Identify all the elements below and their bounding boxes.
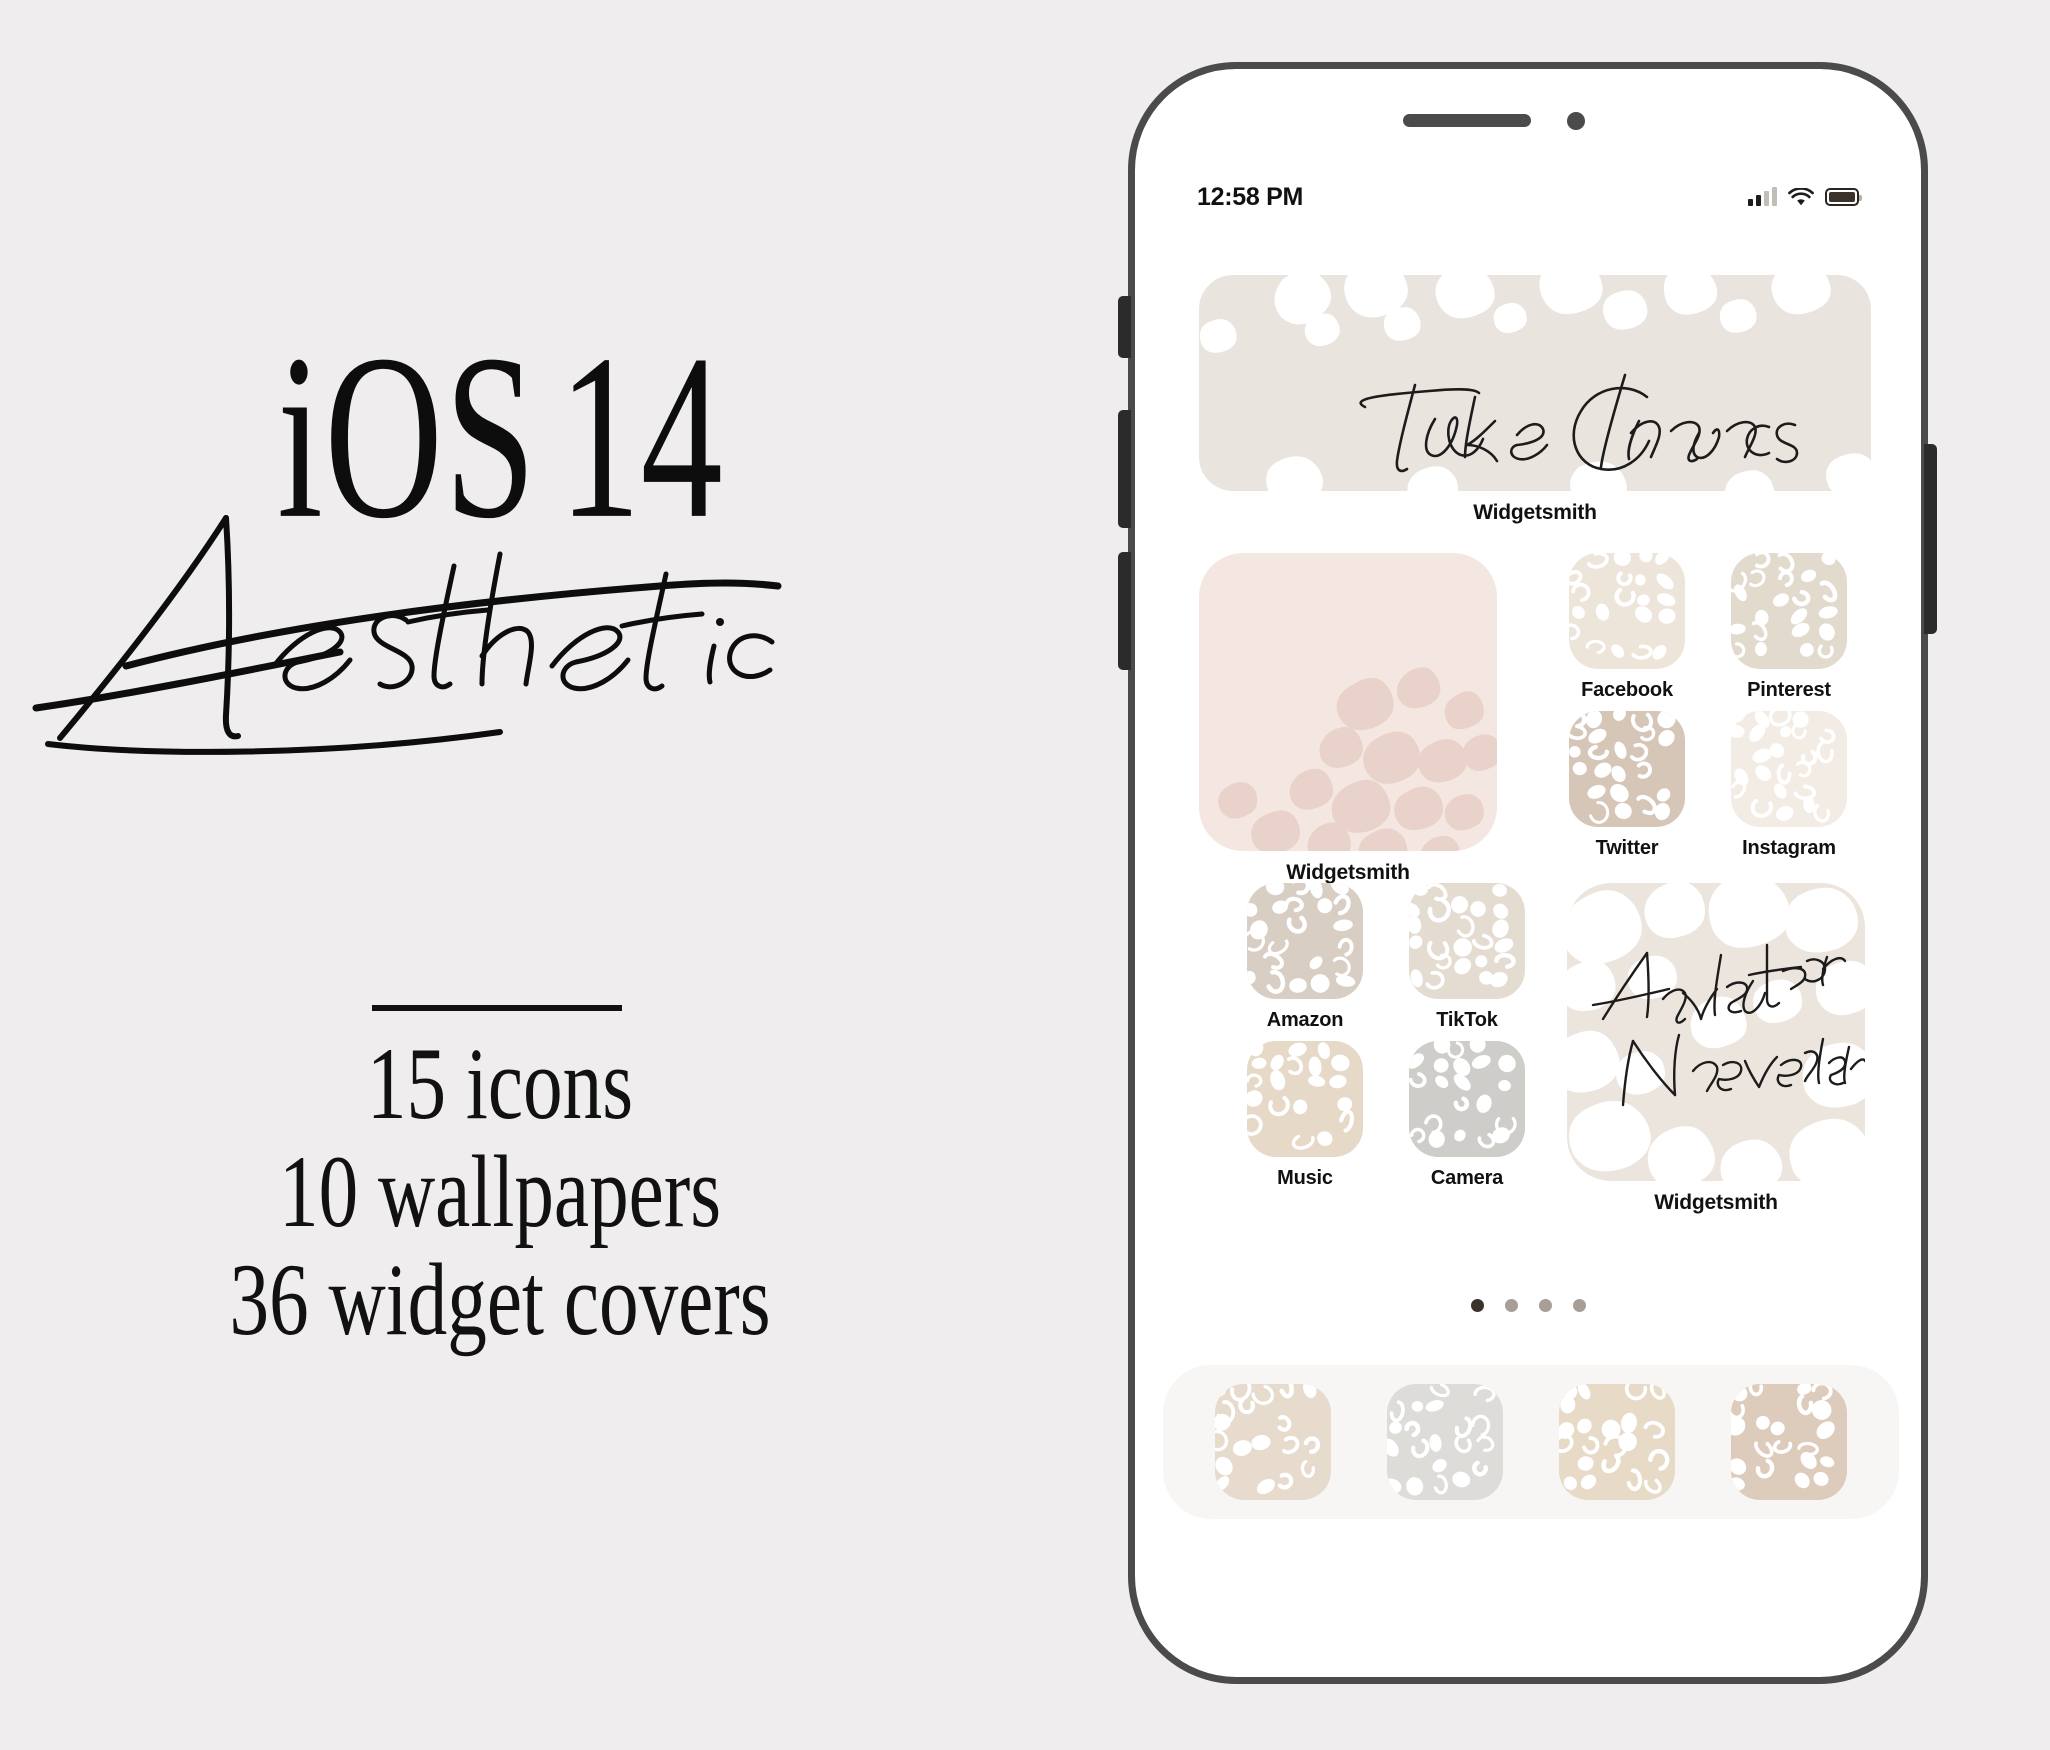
widget-bottom-label: Widgetsmith <box>1654 1191 1778 1214</box>
power-button[interactable] <box>1924 444 1937 634</box>
app-icon-camera[interactable]: Camera <box>1409 1041 1525 1190</box>
widget-take-chances-tile[interactable] <box>1199 275 1871 491</box>
volume-up-button[interactable] <box>1118 410 1131 528</box>
cellular-bars-icon <box>1748 187 1777 206</box>
page-dot-4[interactable] <box>1572 1299 1586 1312</box>
phone-mockup: 12:58 PM Widgetsmith Widgetsmith Faceboo… <box>1128 62 1928 1684</box>
app-label-instagram: Instagram <box>1742 837 1836 859</box>
status-bar: 12:58 PM <box>1135 177 1921 217</box>
app-icon-twitter[interactable]: Twitter <box>1569 711 1685 860</box>
dock-app-1[interactable] <box>1215 1384 1331 1500</box>
app-label-music: Music <box>1277 1167 1333 1189</box>
leopard-pattern-icon <box>1215 1384 1331 1500</box>
page-dot-3[interactable] <box>1538 1299 1552 1312</box>
status-icons <box>1748 187 1862 207</box>
battery-icon <box>1825 188 1862 206</box>
wifi-icon <box>1788 187 1814 205</box>
widget-medium-label: Widgetsmith <box>1286 861 1410 884</box>
app-icon-music[interactable]: Music <box>1247 1041 1363 1190</box>
app-tile-music[interactable] <box>1247 1041 1363 1157</box>
app-icon-facebook[interactable]: Facebook <box>1569 553 1685 702</box>
page-dot-2[interactable] <box>1504 1299 1518 1312</box>
feature-item-wallpapers: 10 wallpapers <box>278 1136 722 1249</box>
volume-down-button[interactable] <box>1118 552 1131 670</box>
widget-always-forward[interactable]: Widgetsmith <box>1567 883 1865 1215</box>
app-tile-instagram[interactable] <box>1731 711 1847 827</box>
speaker-grille-icon <box>1403 114 1531 127</box>
app-tile-amazon[interactable] <box>1247 883 1363 999</box>
leopard-pattern-icon <box>1569 711 1685 827</box>
app-label-pinterest: Pinterest <box>1747 679 1831 701</box>
app-tile-twitter[interactable] <box>1569 711 1685 827</box>
widget-always-forward-tile[interactable] <box>1567 883 1865 1181</box>
app-label-amazon: Amazon <box>1266 1009 1344 1031</box>
app-label-camera: Camera <box>1430 1167 1504 1189</box>
feature-list: 15 icons 10 wallpapers 36 widget covers <box>0 1033 1000 1364</box>
leopard-pattern-icon <box>1199 275 1871 491</box>
app-icon-instagram[interactable]: Instagram <box>1731 711 1847 860</box>
leopard-pattern-icon <box>1731 553 1847 669</box>
mute-switch[interactable] <box>1118 296 1131 358</box>
dock-app-4[interactable] <box>1731 1384 1847 1500</box>
feature-item-icons: 15 icons <box>366 1028 634 1141</box>
promo-script-word <box>30 470 790 770</box>
front-camera-icon <box>1567 112 1585 130</box>
page-dot-1[interactable] <box>1470 1299 1484 1312</box>
app-icon-pinterest[interactable]: Pinterest <box>1731 553 1847 702</box>
leopard-pattern-icon <box>1569 553 1685 669</box>
app-tile-pinterest[interactable] <box>1731 553 1847 669</box>
leopard-pattern-icon <box>1731 711 1847 827</box>
leopard-pattern-icon <box>1409 883 1525 999</box>
app-icon-tiktok[interactable]: TikTok <box>1409 883 1525 1032</box>
leopard-pattern-icon <box>1247 883 1363 999</box>
app-label-facebook: Facebook <box>1581 679 1673 701</box>
leopard-pattern-icon <box>1199 553 1497 851</box>
widget-take-chances[interactable]: Widgetsmith <box>1199 275 1871 525</box>
widget-medium-widgetsmith[interactable]: Widgetsmith <box>1199 553 1497 885</box>
dock <box>1163 1365 1899 1519</box>
leopard-pattern-icon <box>1731 1384 1847 1500</box>
leopard-pattern-icon <box>1409 1041 1525 1157</box>
app-tile-camera[interactable] <box>1409 1041 1525 1157</box>
status-clock: 12:58 PM <box>1197 182 1303 211</box>
leopard-pattern-icon <box>1387 1384 1503 1500</box>
widget-medium-tile[interactable] <box>1199 553 1497 851</box>
leopard-pattern-icon <box>1247 1041 1363 1157</box>
app-tile-facebook[interactable] <box>1569 553 1685 669</box>
page-indicator[interactable] <box>1135 1299 1921 1312</box>
leopard-pattern-icon <box>1567 883 1865 1181</box>
promo-panel: iOS 14 15 icons 10 wallpapers 36 widget … <box>0 0 1110 1750</box>
app-label-twitter: Twitter <box>1595 837 1659 859</box>
app-tile-tiktok[interactable] <box>1409 883 1525 999</box>
leopard-pattern-icon <box>1559 1384 1675 1500</box>
app-label-tiktok: TikTok <box>1436 1009 1498 1031</box>
app-icon-amazon[interactable]: Amazon <box>1247 883 1363 1032</box>
divider <box>372 1005 622 1011</box>
widget-top-label: Widgetsmith <box>1473 501 1597 524</box>
dock-app-2[interactable] <box>1387 1384 1503 1500</box>
feature-item-widget-covers: 36 widget covers <box>229 1244 771 1357</box>
dock-app-3[interactable] <box>1559 1384 1675 1500</box>
